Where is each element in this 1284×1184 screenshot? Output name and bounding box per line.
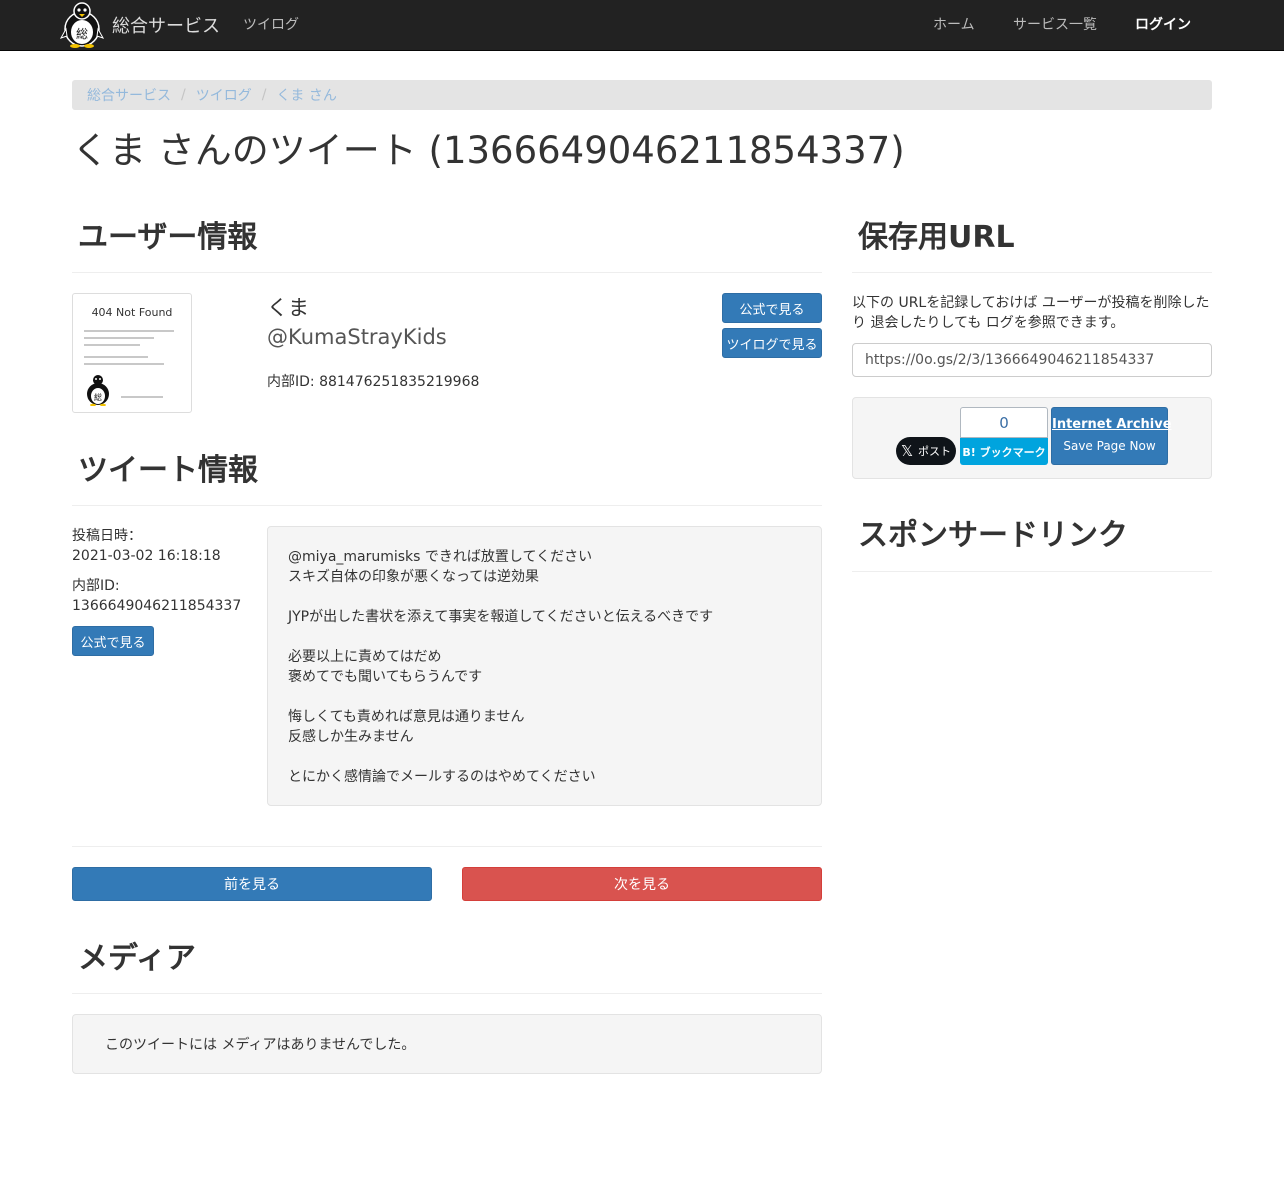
internet-archive-title: Internet Archive bbox=[1052, 417, 1172, 432]
tweet-line: @miya_marumisks できれば放置してください bbox=[288, 549, 593, 565]
save-url-heading-label: 保存用URL bbox=[858, 220, 1015, 255]
media-empty-text: このツイートには メディアはありませんでした。 bbox=[105, 1037, 416, 1053]
tweet-body: @miya_marumisks できれば放置してください スキズ自体の印象が悪く… bbox=[267, 526, 822, 806]
save-url-input[interactable] bbox=[852, 343, 1212, 377]
breadcrumb-user[interactable]: くま さん bbox=[276, 85, 336, 105]
tweet-line bbox=[288, 687, 801, 707]
internet-archive-subtitle: Save Page Now bbox=[1063, 439, 1156, 453]
tweet-id-label: 内部ID: bbox=[72, 578, 120, 594]
view-official-profile-button[interactable]: 公式で見る bbox=[722, 293, 822, 323]
sponsor-heading-label: スポンサードリンク bbox=[858, 518, 1128, 553]
nav-home[interactable]: ホーム bbox=[930, 0, 975, 51]
breadcrumb-twilog[interactable]: ツイログ bbox=[196, 85, 252, 105]
tweet-info-heading-label: ツイート情報 bbox=[78, 453, 258, 488]
nav-home-label: ホーム bbox=[933, 17, 975, 33]
tweet-line: 悔しくても責めれば意見は通りません bbox=[288, 709, 525, 725]
divider bbox=[72, 846, 822, 847]
view-twilog-profile-button[interactable]: ツイログで見る bbox=[722, 328, 822, 358]
media-heading-label: メディア bbox=[78, 941, 196, 976]
nav-twilog[interactable]: ツイログ bbox=[240, 0, 299, 51]
x-post-button[interactable]: 𝕏 ポスト bbox=[896, 437, 956, 465]
tweet-line: 褒めてでも聞いてもらうんです bbox=[288, 669, 483, 685]
user-info-heading: ユーザー情報 bbox=[72, 218, 257, 259]
tweet-line: JYPが出した書状を添えて事実を報道してくださいと伝えるべきです bbox=[288, 609, 714, 625]
tweet-info-heading: ツイート情報 bbox=[72, 451, 258, 492]
breadcrumb: 総合サービス / ツイログ / くま さん bbox=[72, 80, 1212, 110]
nav-services[interactable]: サービス一覧 bbox=[1010, 0, 1097, 51]
brand-link[interactable]: 総 総合サービス bbox=[60, 2, 220, 48]
hatena-bookmark-button[interactable]: B! ブックマーク bbox=[960, 438, 1048, 465]
nav-login[interactable]: ログイン bbox=[1132, 0, 1191, 51]
hatena-count[interactable]: 0 bbox=[960, 407, 1048, 438]
navbar: 総 総合サービス ツイログ ホーム サービス一覧 ログイン bbox=[0, 0, 1284, 51]
prev-tweet-button[interactable]: 前を見る bbox=[72, 867, 432, 901]
sponsor-heading: スポンサードリンク bbox=[852, 516, 1128, 557]
logo-glyph: 総 bbox=[76, 27, 88, 41]
nav-login-label: ログイン bbox=[1135, 17, 1191, 33]
tweet-line bbox=[288, 587, 801, 607]
posted-label: 投稿日時： bbox=[72, 528, 142, 544]
breadcrumb-home[interactable]: 総合サービス bbox=[87, 85, 171, 105]
user-handle: @KumaStrayKids bbox=[267, 325, 447, 349]
tweet-id-value: 1366649046211854337 bbox=[72, 598, 242, 614]
tweet-line: 反感しか生みません bbox=[288, 729, 414, 745]
breadcrumb-separator: / bbox=[261, 87, 267, 103]
media-empty-notice: このツイートには メディアはありませんでした。 bbox=[72, 1014, 822, 1074]
avatar-title: 404 Not Found bbox=[91, 306, 173, 319]
nav-twilog-label: ツイログ bbox=[243, 17, 299, 33]
save-url-description: 以下の URLを記録しておけば ユーザーが投稿を削除したり 退会したりしても ロ… bbox=[852, 295, 1210, 331]
save-url-heading: 保存用URL bbox=[852, 218, 1015, 259]
page-title: くま さんのツイート (1366649046211854337) bbox=[72, 129, 905, 172]
tweet-line bbox=[288, 627, 801, 647]
tweet-line: スキズ自体の印象が悪くなっては逆効果 bbox=[288, 569, 540, 585]
nav-services-label: サービス一覧 bbox=[1013, 17, 1097, 33]
user-internal-id: 内部ID: 881476251835219968 bbox=[267, 374, 480, 390]
divider bbox=[852, 571, 1212, 572]
tweet-line: とにかく感情論でメールするのはやめてください bbox=[288, 769, 596, 785]
user-name: くま bbox=[267, 296, 309, 320]
x-logo-icon: 𝕏 bbox=[900, 442, 914, 460]
media-heading: メディア bbox=[72, 939, 196, 980]
user-info-heading-label: ユーザー情報 bbox=[78, 220, 258, 255]
avatar-logo-glyph: 総 bbox=[94, 392, 102, 402]
tweet-line bbox=[288, 747, 801, 767]
view-official-tweet-button[interactable]: 公式で見る bbox=[72, 626, 154, 656]
divider bbox=[72, 993, 822, 994]
breadcrumb-separator: / bbox=[181, 87, 186, 103]
brand-text: 総合サービス bbox=[112, 16, 220, 37]
penguin-logo-icon: 総 bbox=[60, 2, 104, 48]
next-tweet-button[interactable]: 次を見る bbox=[462, 867, 822, 901]
avatar: 404 Not Found 総 bbox=[72, 293, 192, 413]
posted-value: 2021-03-02 16:18:18 bbox=[72, 548, 221, 564]
divider bbox=[72, 505, 822, 506]
divider bbox=[72, 272, 822, 273]
penguin-logo-icon: 総 bbox=[87, 375, 109, 406]
avatar-footer-line bbox=[121, 396, 163, 398]
internet-archive-button[interactable]: Internet Archive Save Page Now bbox=[1051, 407, 1172, 465]
hatena-bookmark-widget[interactable]: 0 B! ブックマーク bbox=[960, 407, 1048, 465]
tweet-line: 必要以上に責めてはだめ bbox=[288, 649, 442, 665]
x-post-label: ポスト bbox=[918, 445, 952, 458]
divider bbox=[852, 272, 1212, 273]
